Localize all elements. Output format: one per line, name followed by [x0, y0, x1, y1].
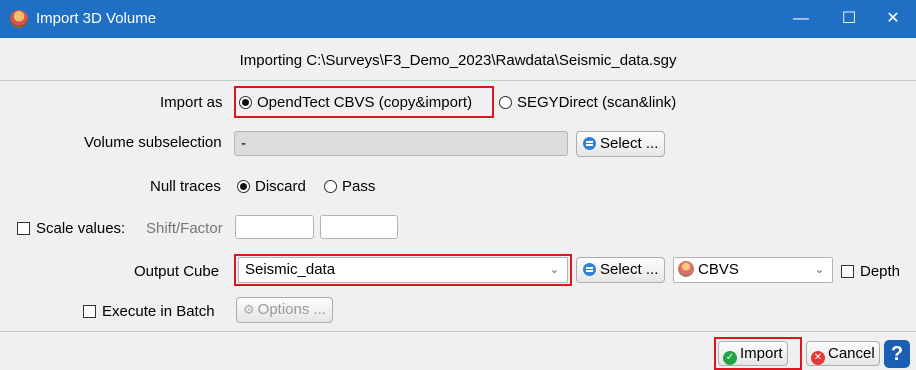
checkbox-icon — [841, 265, 854, 278]
format-combo[interactable]: CBVS ⌄ — [673, 257, 833, 283]
execute-in-batch-label: Execute in Batch — [102, 303, 215, 320]
output-cube-label: Output Cube — [134, 263, 220, 280]
header-divider — [0, 80, 916, 81]
radio-segydirect[interactable]: SEGYDirect (scan&link) — [499, 94, 676, 111]
scale-values-checkbox[interactable]: Scale values: — [17, 220, 125, 237]
radio-opendtect-cbvs-label: OpendTect CBVS (copy&import) — [257, 94, 473, 111]
format-value: CBVS — [698, 261, 739, 278]
shift-input[interactable] — [235, 215, 314, 239]
scale-values-label: Scale values: — [36, 220, 126, 237]
close-button[interactable]: ✕ — [870, 0, 916, 38]
close-icon: ✕ — [811, 351, 825, 365]
title-bar: Import 3D Volume — ☐ ✕ — [0, 0, 916, 38]
radio-pass[interactable]: Pass — [324, 178, 375, 195]
radio-segydirect-label: SEGYDirect (scan&link) — [517, 94, 677, 111]
volume-subselection-value: - — [241, 135, 246, 152]
volume-subselection-label: Volume subselection — [84, 134, 222, 151]
cancel-button-label: Cancel — [828, 345, 875, 362]
execute-in-batch-checkbox[interactable]: Execute in Batch — [83, 303, 215, 320]
output-cube-combo[interactable]: Seismic_data ⌄ — [238, 257, 568, 283]
opendtect-app-icon — [10, 10, 28, 28]
radio-discard-label: Discard — [255, 178, 306, 195]
importing-file-path: Importing C:\Surveys\F3_Demo_2023\Rawdat… — [239, 52, 677, 69]
cancel-button[interactable]: ✕ Cancel — [806, 341, 880, 366]
factor-input[interactable] — [320, 215, 398, 239]
footer-divider — [0, 331, 916, 332]
shift-factor-label: Shift/Factor — [146, 220, 223, 237]
radio-selected-icon — [239, 96, 252, 109]
select-list-icon — [583, 137, 596, 150]
batch-options-button[interactable]: ⚙ Options ... — [236, 297, 334, 323]
chevron-down-icon: ⌄ — [814, 264, 824, 276]
depth-checkbox[interactable]: Depth — [841, 263, 900, 280]
checkmark-icon: ✓ — [723, 351, 737, 365]
gear-icon: ⚙ — [243, 302, 255, 317]
volume-subselection-field: - — [234, 131, 568, 156]
output-select-button[interactable]: Select ... — [576, 257, 666, 283]
help-button[interactable]: ? — [884, 340, 910, 368]
cbvs-format-icon — [678, 261, 694, 277]
volume-select-button[interactable]: Select ... — [576, 131, 666, 157]
chevron-down-icon: ⌄ — [549, 264, 559, 276]
checkbox-icon — [83, 305, 96, 318]
null-traces-label: Null traces — [150, 178, 221, 195]
radio-opendtect-cbvs[interactable]: OpendTect CBVS (copy&import) — [239, 94, 472, 111]
import-as-label: Import as — [160, 94, 223, 111]
window-title: Import 3D Volume — [36, 10, 157, 27]
radio-discard[interactable]: Discard — [237, 178, 306, 195]
maximize-button[interactable]: ☐ — [826, 0, 872, 38]
import-button[interactable]: ✓ Import — [718, 341, 788, 366]
depth-label: Depth — [860, 263, 901, 280]
checkbox-icon — [17, 222, 30, 235]
select-list-icon — [583, 263, 596, 276]
output-cube-value: Seismic_data — [245, 261, 336, 278]
output-select-button-label: Select ... — [600, 261, 659, 278]
radio-selected-icon — [237, 180, 250, 193]
minimize-button[interactable]: — — [778, 0, 824, 38]
batch-options-button-label: Options ... — [257, 301, 327, 318]
radio-unselected-icon — [499, 96, 512, 109]
radio-pass-label: Pass — [342, 178, 376, 195]
radio-unselected-icon — [324, 180, 337, 193]
import-button-label: Import — [740, 345, 783, 362]
volume-select-button-label: Select ... — [600, 135, 659, 152]
